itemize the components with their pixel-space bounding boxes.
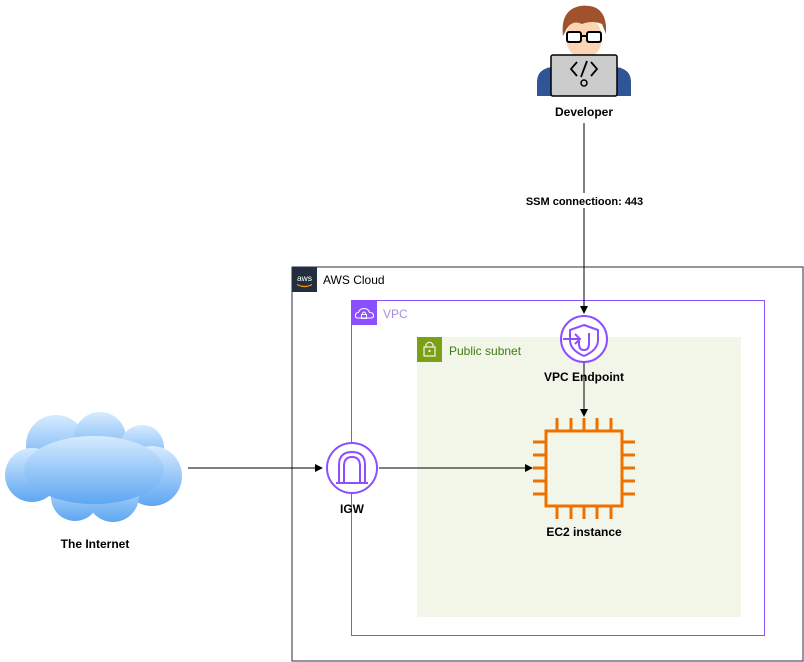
internet-node[interactable]: The Internet [5,412,182,551]
vpc-endpoint-icon [560,315,608,363]
internet-gateway-icon [326,442,378,494]
aws-cloud-label: AWS Cloud [323,273,385,287]
igw-label: IGW [340,502,365,516]
public-subnet-label: Public subnet [449,344,522,358]
developer-node[interactable]: Developer [537,5,631,119]
vpc-endpoint-label: VPC Endpoint [544,370,624,384]
subnet-lock-icon [417,337,442,362]
internet-label: The Internet [61,537,130,551]
developer-icon [537,5,631,97]
vpc-cloud-icon [352,301,377,325]
igw-node[interactable]: IGW [326,442,378,516]
ec2-instance-label: EC2 instance [546,525,622,539]
svg-text:aws: aws [297,273,312,283]
vpc-label: VPC [383,307,408,321]
internet-cloud-icon [5,412,182,522]
aws-logo-icon: aws [292,267,317,292]
architecture-diagram: aws AWS Cloud VPC Public subnet SSM conn… [5,5,804,662]
ssm-connection-label: SSM connectioon: 443 [526,196,643,208]
developer-label: Developer [555,105,613,119]
